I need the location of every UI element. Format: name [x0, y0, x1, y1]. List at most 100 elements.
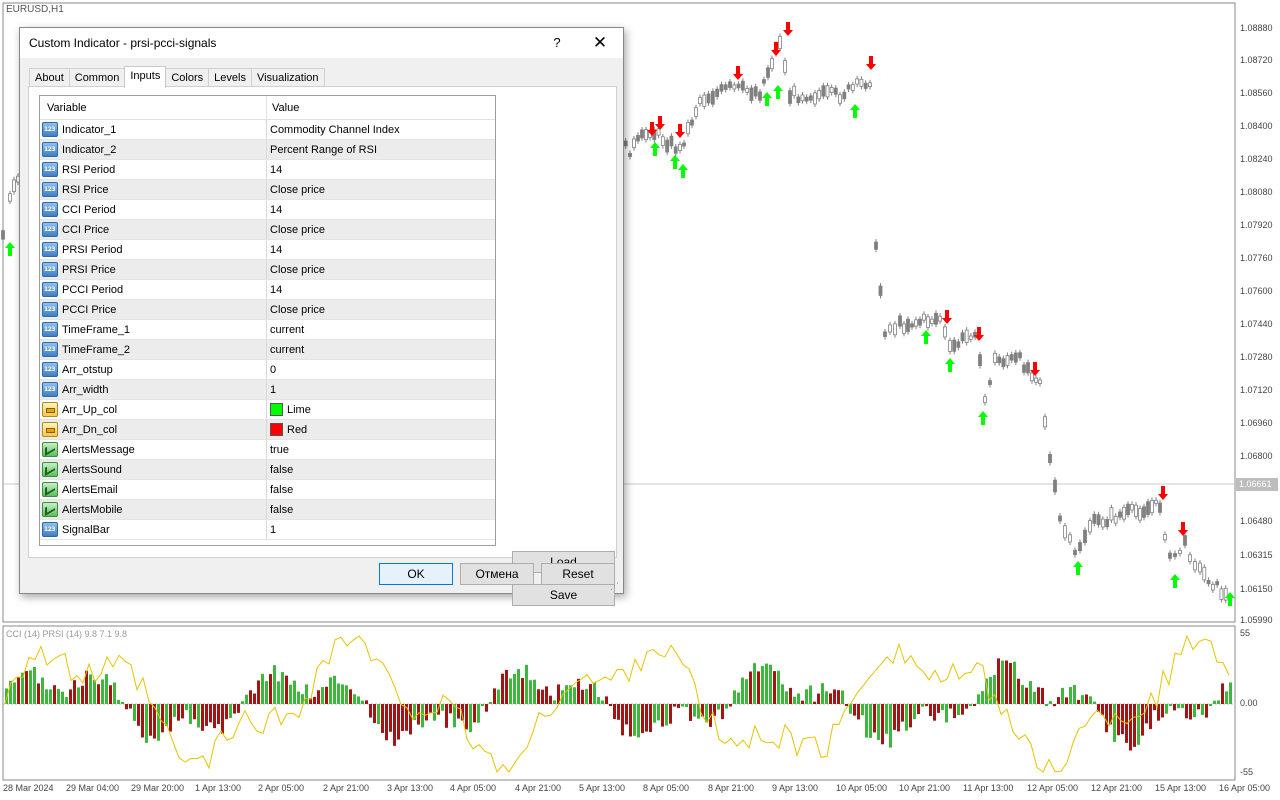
table-row[interactable]: AlertsMessage true	[40, 440, 495, 460]
tab-common[interactable]: Common	[68, 68, 126, 88]
variable-cell[interactable]: 123 Arr_otstup	[40, 360, 267, 379]
ok-button[interactable]: OK	[379, 563, 453, 585]
header-value[interactable]: Value	[267, 96, 495, 120]
tab-about[interactable]: About	[29, 68, 70, 88]
numeric-param-icon: 123	[42, 382, 58, 397]
value-cell[interactable]: 1	[267, 520, 495, 539]
up-arrow-icon	[945, 358, 955, 372]
variable-cell[interactable]: 123 TimeFrame_1	[40, 320, 267, 339]
variable-cell[interactable]: AlertsMessage	[40, 440, 267, 459]
value-cell[interactable]: current	[267, 320, 495, 339]
reset-button[interactable]: Reset	[541, 563, 615, 585]
header-variable[interactable]: Variable	[40, 96, 267, 120]
time-tick-label: 8 Apr 21:00	[708, 783, 755, 793]
table-row[interactable]: 123 PRSI Price Close price	[40, 260, 495, 280]
candle	[1096, 514, 1101, 526]
table-row[interactable]: 123 PCCI Price Close price	[40, 300, 495, 320]
value-cell[interactable]: false	[267, 500, 495, 519]
symbol-title: EURUSD,H1	[6, 4, 64, 15]
variable-cell[interactable]: 123 Indicator_1	[40, 120, 267, 139]
table-row[interactable]: 123 SignalBar 1	[40, 520, 495, 540]
table-row[interactable]: 123 TimeFrame_2 current	[40, 340, 495, 360]
variable-cell[interactable]: AlertsEmail	[40, 480, 267, 499]
variable-cell[interactable]: 123 RSI Price	[40, 180, 267, 199]
value-cell[interactable]: 14	[267, 160, 495, 179]
value-cell[interactable]: 14	[267, 280, 495, 299]
histogram-bar	[945, 704, 948, 723]
histogram-bar	[73, 680, 76, 704]
table-row[interactable]: 123 PCCI Period 14	[40, 280, 495, 300]
value-cell[interactable]: Commodity Channel Index	[267, 120, 495, 139]
histogram-bar	[141, 704, 144, 738]
resize-grip-icon[interactable]: ⋰	[610, 581, 622, 593]
tab-levels[interactable]: Levels	[208, 68, 252, 88]
table-row[interactable]: AlertsSound false	[40, 460, 495, 480]
variable-cell[interactable]: 123 RSI Period	[40, 160, 267, 179]
table-row[interactable]: 123 Arr_width 1	[40, 380, 495, 400]
color-swatch[interactable]	[270, 423, 283, 436]
table-row[interactable]: 123 PRSI Period 14	[40, 240, 495, 260]
value-cell[interactable]: Close price	[267, 220, 495, 239]
variable-name: Arr_Dn_col	[62, 423, 118, 436]
histogram-bar	[381, 704, 384, 733]
table-row[interactable]: 123 CCI Price Close price	[40, 220, 495, 240]
variable-cell[interactable]: 123 CCI Period	[40, 200, 267, 219]
variable-cell[interactable]: 123 Indicator_2	[40, 140, 267, 159]
tab-inputs[interactable]: Inputs	[124, 66, 167, 88]
candle	[964, 329, 969, 343]
variable-cell[interactable]: AlertsMobile	[40, 500, 267, 519]
table-row[interactable]: AlertsEmail false	[40, 480, 495, 500]
help-button[interactable]: ?	[542, 28, 572, 58]
numeric-param-icon: 123	[42, 362, 58, 377]
value-cell[interactable]: Percent Range of RSI	[267, 140, 495, 159]
value-cell[interactable]: Lime	[267, 400, 495, 419]
variable-cell[interactable]: Arr_Up_col	[40, 400, 267, 419]
histogram-bar	[805, 689, 808, 704]
histogram-bar	[257, 680, 260, 704]
value-cell[interactable]: 1	[267, 380, 495, 399]
candle	[1202, 566, 1207, 581]
value-cell[interactable]: Close price	[267, 300, 495, 319]
value-cell[interactable]: Red	[267, 420, 495, 439]
variable-cell[interactable]: 123 PCCI Period	[40, 280, 267, 299]
table-row[interactable]: AlertsMobile false	[40, 500, 495, 520]
tab-colors[interactable]: Colors	[165, 68, 210, 88]
variable-cell[interactable]: AlertsSound	[40, 460, 267, 479]
variable-cell[interactable]: 123 PCCI Price	[40, 300, 267, 319]
value-cell[interactable]: true	[267, 440, 495, 459]
value-cell[interactable]: false	[267, 460, 495, 479]
table-row[interactable]: 123 RSI Period 14	[40, 160, 495, 180]
value-cell[interactable]: current	[267, 340, 495, 359]
table-row[interactable]: 123 RSI Price Close price	[40, 180, 495, 200]
histogram-bar	[1121, 704, 1124, 735]
table-row[interactable]: 123 TimeFrame_1 current	[40, 320, 495, 340]
tab-visualization[interactable]: Visualization	[250, 68, 325, 88]
variable-cell[interactable]: 123 Arr_width	[40, 380, 267, 399]
variable-cell[interactable]: 123 CCI Price	[40, 220, 267, 239]
save-button[interactable]: Save	[512, 584, 615, 606]
table-row[interactable]: 123 Indicator_2 Percent Range of RSI	[40, 140, 495, 160]
variable-cell[interactable]: 123 PRSI Price	[40, 260, 267, 279]
variable-cell[interactable]: 123 PRSI Period	[40, 240, 267, 259]
variable-cell[interactable]: 123 TimeFrame_2	[40, 340, 267, 359]
table-row[interactable]: 123 Arr_otstup 0	[40, 360, 495, 380]
value-cell[interactable]: Close price	[267, 260, 495, 279]
table-row[interactable]: Arr_Dn_col Red	[40, 420, 495, 440]
histogram-bar	[341, 684, 344, 704]
table-row[interactable]: 123 Indicator_1 Commodity Channel Index	[40, 120, 495, 140]
dialog-titlebar[interactable]: Custom Indicator - prsi-pcci-signals ? ✕	[20, 28, 623, 58]
value-cell[interactable]: Close price	[267, 180, 495, 199]
inputs-grid[interactable]: Variable Value 123 Indicator_1 Commodity C…	[39, 95, 496, 546]
table-row[interactable]: Arr_Up_col Lime	[40, 400, 495, 420]
value-cell[interactable]: 14	[267, 200, 495, 219]
cancel-button[interactable]: Отмена	[460, 563, 534, 585]
value-cell[interactable]: false	[267, 480, 495, 499]
value-cell[interactable]: 0	[267, 360, 495, 379]
color-swatch[interactable]	[270, 403, 283, 416]
variable-cell[interactable]: Arr_Dn_col	[40, 420, 267, 439]
table-row[interactable]: 123 CCI Period 14	[40, 200, 495, 220]
close-icon[interactable]: ✕	[582, 28, 618, 58]
variable-cell[interactable]: 123 SignalBar	[40, 520, 267, 539]
value-cell[interactable]: 14	[267, 240, 495, 259]
histogram-bar	[249, 690, 252, 704]
